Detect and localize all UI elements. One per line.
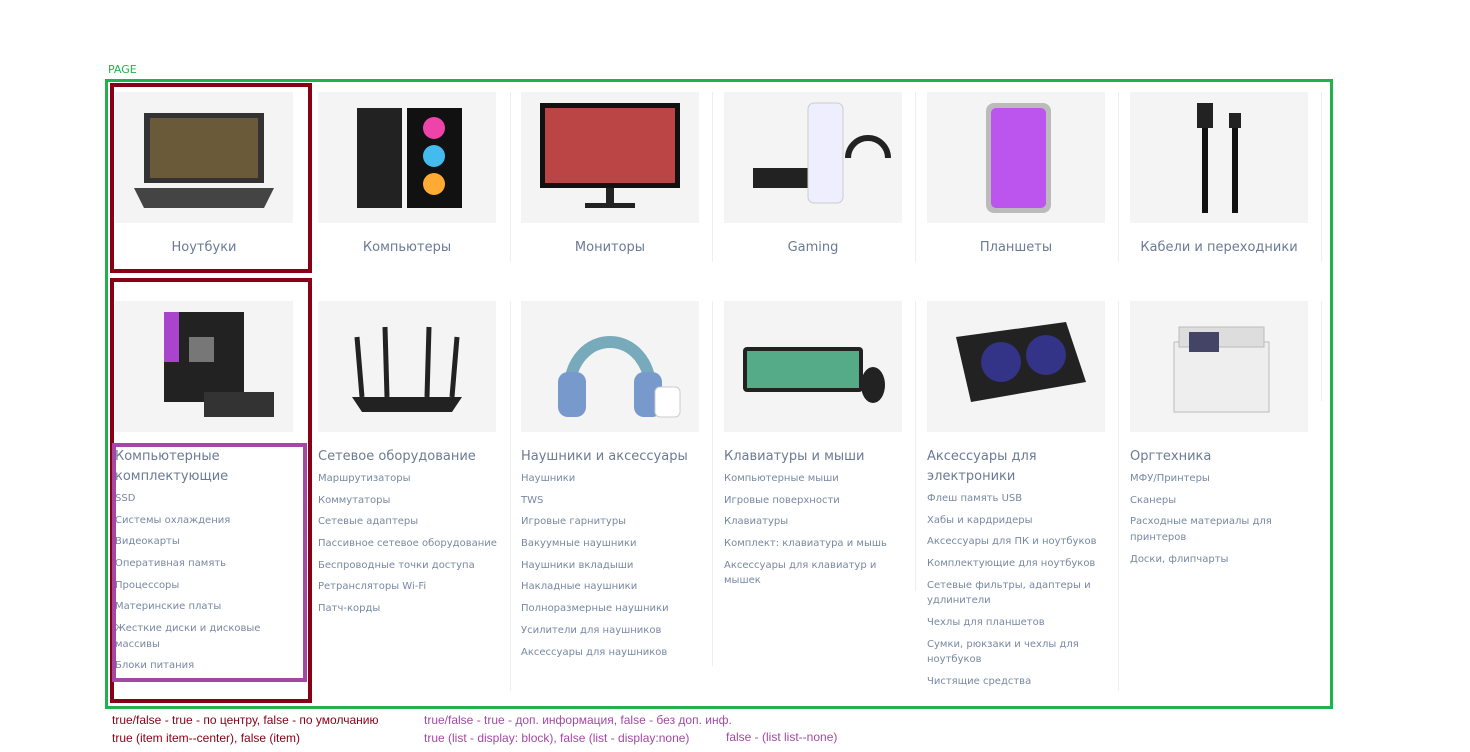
router-image[interactable] [318,301,496,432]
column-divider [1321,92,1322,262]
subcategory-link[interactable]: Аксессуары для наушников [521,645,701,661]
list-highlight [112,443,307,682]
column-divider [1118,92,1119,262]
cooling-pad-image[interactable] [927,301,1105,432]
column-divider [915,92,916,262]
subcategory-link[interactable]: Клавиатуры [724,514,904,530]
category-item: Наушники и аксессуары Наушники TWS Игровые … [516,301,719,666]
note-list-3: false - (list list--none) [726,730,838,744]
subcategory-link[interactable]: Сумки, рюкзаки и чехлы для ноутбуков [927,637,1107,668]
column-divider [712,92,713,262]
note-center-2: true (item item--center), false (item) [112,731,301,745]
printer-icon [1173,326,1270,412]
subcategory-link[interactable]: Чехлы для планшетов [927,615,1107,631]
subcategory-link[interactable]: Ретрансляторы Wi-Fi [318,579,498,595]
category-item: Аксессуары для электроники Флеш память US… [922,301,1125,696]
subcategory-link[interactable]: Комплектующие для ноутбуков [927,556,1107,572]
tablet-icon [986,102,1051,213]
cable-image[interactable] [1130,92,1308,223]
subcategory-link[interactable]: Аксессуары для клавиатур и мышек [724,558,904,589]
column-divider [1321,301,1322,401]
column-divider [510,301,511,691]
subcategory-link[interactable]: Маршрутизаторы [318,471,498,487]
subcategory-link[interactable]: Сканеры [1130,493,1310,509]
category-title[interactable]: Сетевое оборудование [318,447,498,467]
printer-image[interactable] [1130,301,1308,432]
category-label[interactable]: Gaming [719,240,907,255]
subcategory-link[interactable]: Аксессуары для ПК и ноутбуков [927,534,1107,550]
subcategory-link[interactable]: Патч-корды [318,601,498,617]
subcategory-link[interactable]: Пассивное сетевое оборудование [318,536,498,552]
subcategory-link[interactable]: Чистящие средства [927,674,1107,690]
subcategory-link[interactable]: Комплект: клавиатура и мышь [724,536,904,552]
category-item-center[interactable]: Мониторы [516,92,719,255]
subcategory-list: Компьютерные мыши Игровые поверхности Клав… [724,471,922,589]
subcategory-link[interactable]: Накладные наушники [521,579,701,595]
subcategory-link[interactable]: Усилители для наушников [521,623,701,639]
column-divider [712,301,713,666]
subcategory-link[interactable]: Компьютерные мыши [724,471,904,487]
note-list-2: true (list - display: block), false (lis… [424,731,690,745]
category-title[interactable]: Оргтехника [1130,447,1310,467]
subcategory-list: МФУ/Принтеры Сканеры Расходные материалы д… [1130,471,1328,567]
subcategory-link[interactable]: Наушники [521,471,701,487]
category-title[interactable]: Клавиатуры и мыши [724,447,904,467]
subcategory-link[interactable]: Коммутаторы [318,493,498,509]
keyboard-image[interactable] [724,301,902,432]
category-item-center[interactable]: Кабели и переходники [1125,92,1328,255]
category-label[interactable]: Мониторы [516,240,704,255]
headphones-icon [558,335,681,417]
note-center-1: true/false - true - по центру, false - п… [112,713,379,727]
category-label[interactable]: Компьютеры [313,240,501,255]
category-item-center[interactable]: Gaming [719,92,922,255]
router-icon [352,326,462,412]
subcategory-link[interactable]: Наушники вкладыши [521,558,701,574]
category-title[interactable]: Наушники и аксессуары [521,447,701,467]
column-divider [1118,301,1119,691]
category-item-center[interactable]: Планшеты [922,92,1125,255]
console-image[interactable] [724,92,902,223]
headphones-image[interactable] [521,301,699,432]
subcategory-list: Наушники TWS Игровые гарнитуры Вакуумные на… [521,471,719,660]
subcategory-link[interactable]: Расходные материалы для принтеров [1130,514,1310,545]
subcategory-link[interactable]: Флеш память USB [927,491,1107,507]
category-label[interactable]: Кабели и переходники [1125,240,1313,255]
cooling-pad-icon [956,321,1086,402]
subcategory-link[interactable]: TWS [521,493,701,509]
subcategory-link[interactable]: Полноразмерные наушники [521,601,701,617]
subcategory-link[interactable]: Беспроводные точки доступа [318,558,498,574]
subcategory-link[interactable]: Хабы и кардридеры [927,513,1107,529]
column-divider [510,92,511,262]
page-label: PAGE [108,63,137,76]
pc-case-icon [357,107,462,208]
subcategory-link[interactable]: Игровые поверхности [724,493,904,509]
category-item: Сетевое оборудование Маршрутизаторы Коммут… [313,301,516,623]
subcategory-link[interactable]: Игровые гарнитуры [521,514,701,530]
console-icon [753,102,891,203]
subcategory-list: Маршрутизаторы Коммутаторы Сетевые адаптер… [318,471,516,617]
subcategory-link[interactable]: Сетевые фильтры, адаптеры и удлинители [927,578,1107,609]
category-item: Клавиатуры и мыши Компьютерные мыши Игровы… [719,301,922,595]
item-center-highlight [110,83,312,273]
subcategory-link[interactable]: Вакуумные наушники [521,536,701,552]
category-item: Оргтехника МФУ/Принтеры Сканеры Расходные м… [1125,301,1328,573]
monitor-icon [540,102,680,208]
subcategory-link[interactable]: МФУ/Принтеры [1130,471,1310,487]
category-title[interactable]: Аксессуары для электроники [927,447,1107,487]
subcategory-list: Флеш память USB Хабы и кардридеры Аксессуа… [927,491,1125,689]
keyboard-icon [743,346,885,403]
column-divider [915,301,916,591]
cable-icon [1197,102,1241,213]
subcategory-link[interactable]: Доски, флипчарты [1130,552,1310,568]
pc-case-image[interactable] [318,92,496,223]
note-list-1: true/false - true - доп. информация, fal… [424,713,732,727]
category-label[interactable]: Планшеты [922,240,1110,255]
category-item-center[interactable]: Компьютеры [313,92,516,255]
tablet-image[interactable] [927,92,1105,223]
subcategory-link[interactable]: Сетевые адаптеры [318,514,498,530]
monitor-image[interactable] [521,92,699,223]
